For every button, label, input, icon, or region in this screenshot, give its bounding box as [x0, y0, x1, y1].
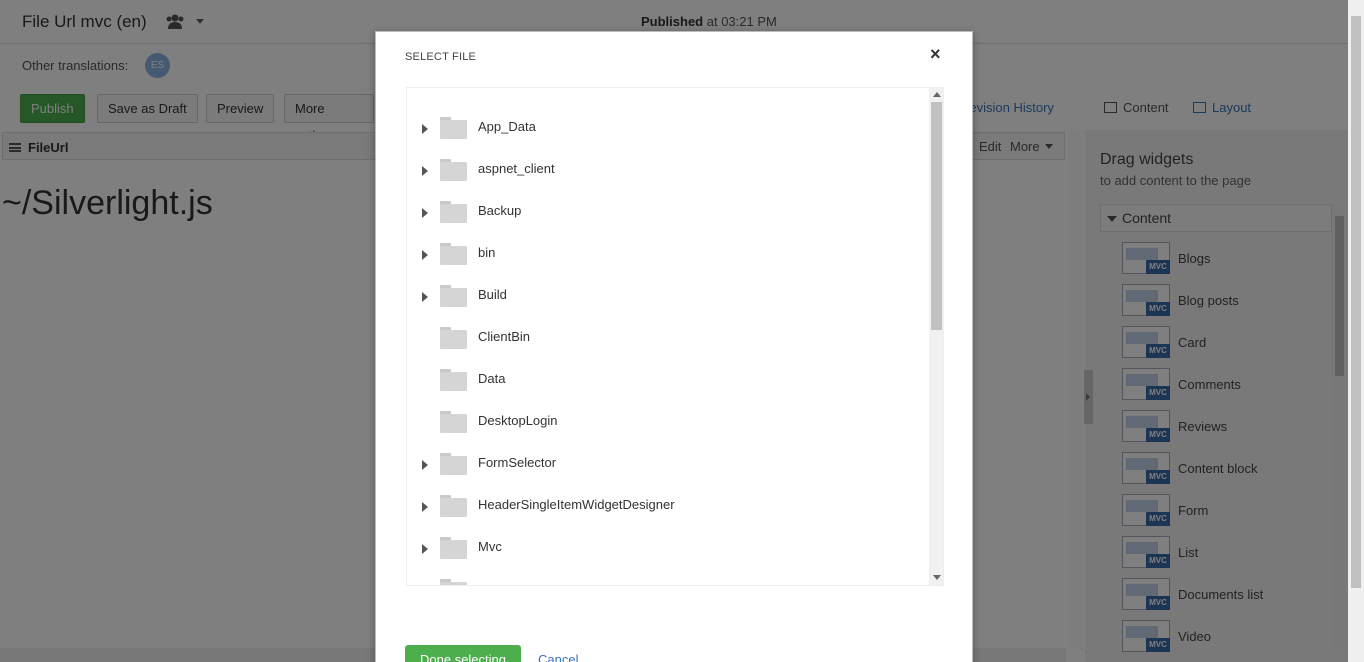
- dialog-title: SELECT FILE: [405, 51, 477, 63]
- folder-row[interactable]: Build: [407, 277, 927, 319]
- expand-arrow-icon[interactable]: [422, 502, 428, 512]
- folder-icon: [440, 201, 467, 223]
- folder-name[interactable]: DesktopLogin: [478, 413, 558, 428]
- close-icon[interactable]: ×: [930, 44, 941, 65]
- expand-arrow-icon[interactable]: [422, 460, 428, 470]
- folder-name[interactable]: HeaderSingleItemWidgetDesigner: [478, 497, 675, 512]
- tree-scrollbar[interactable]: [929, 88, 943, 585]
- folder-icon: [440, 117, 467, 139]
- folder-icon: [440, 369, 467, 391]
- expand-arrow-icon[interactable]: [422, 124, 428, 134]
- folder-name[interactable]: FormSelector: [478, 455, 556, 470]
- folder-icon: [440, 327, 467, 349]
- folder-name[interactable]: Backup: [478, 203, 521, 218]
- expand-arrow-icon[interactable]: [422, 166, 428, 176]
- folder-row[interactable]: Backup: [407, 193, 927, 235]
- expand-arrow-icon[interactable]: [422, 250, 428, 260]
- folder-icon: [440, 285, 467, 307]
- page-scrollbar[interactable]: [1348, 0, 1364, 662]
- folder-icon: [440, 537, 467, 559]
- folder-row[interactable]: aspnet_client: [407, 151, 927, 193]
- scroll-thumb[interactable]: [931, 102, 942, 330]
- folder-row[interactable]: Mvc: [407, 529, 927, 571]
- folder-name[interactable]: ClientBin: [478, 329, 530, 344]
- done-selecting-button[interactable]: Done selecting: [405, 645, 521, 662]
- folder-tree: App_Data aspnet_client Backup bin Build Clien…: [406, 87, 944, 586]
- cancel-link[interactable]: Cancel: [538, 652, 578, 662]
- folder-icon: [440, 159, 467, 181]
- folder-row[interactable]: FormSelector: [407, 445, 927, 487]
- folder-icon: [440, 579, 467, 585]
- folder-row[interactable]: ClientBin: [407, 319, 927, 361]
- folder-name[interactable]: Build: [478, 287, 507, 302]
- folder-row[interactable]: [407, 571, 927, 585]
- folder-icon: [440, 495, 467, 517]
- expand-arrow-icon[interactable]: [422, 208, 428, 218]
- folder-row[interactable]: HeaderSingleItemWidgetDesigner: [407, 487, 927, 529]
- folder-icon: [440, 243, 467, 265]
- folder-row[interactable]: App_Data: [407, 109, 927, 151]
- folder-row[interactable]: DesktopLogin: [407, 403, 927, 445]
- scroll-down-icon[interactable]: [933, 575, 941, 580]
- folder-icon: [440, 453, 467, 475]
- folder-icon: [440, 411, 467, 433]
- folder-name[interactable]: App_Data: [478, 119, 536, 134]
- folder-name[interactable]: bin: [478, 245, 495, 260]
- expand-arrow-icon[interactable]: [422, 292, 428, 302]
- expand-arrow-icon[interactable]: [422, 544, 428, 554]
- select-file-dialog: SELECT FILE × App_Data aspnet_client Backu…: [375, 31, 973, 662]
- folder-name[interactable]: aspnet_client: [478, 161, 555, 176]
- folder-name[interactable]: Data: [478, 371, 505, 386]
- folder-name[interactable]: Mvc: [478, 539, 502, 554]
- folder-row[interactable]: Data: [407, 361, 927, 403]
- scroll-up-icon[interactable]: [933, 92, 941, 97]
- folder-row[interactable]: bin: [407, 235, 927, 277]
